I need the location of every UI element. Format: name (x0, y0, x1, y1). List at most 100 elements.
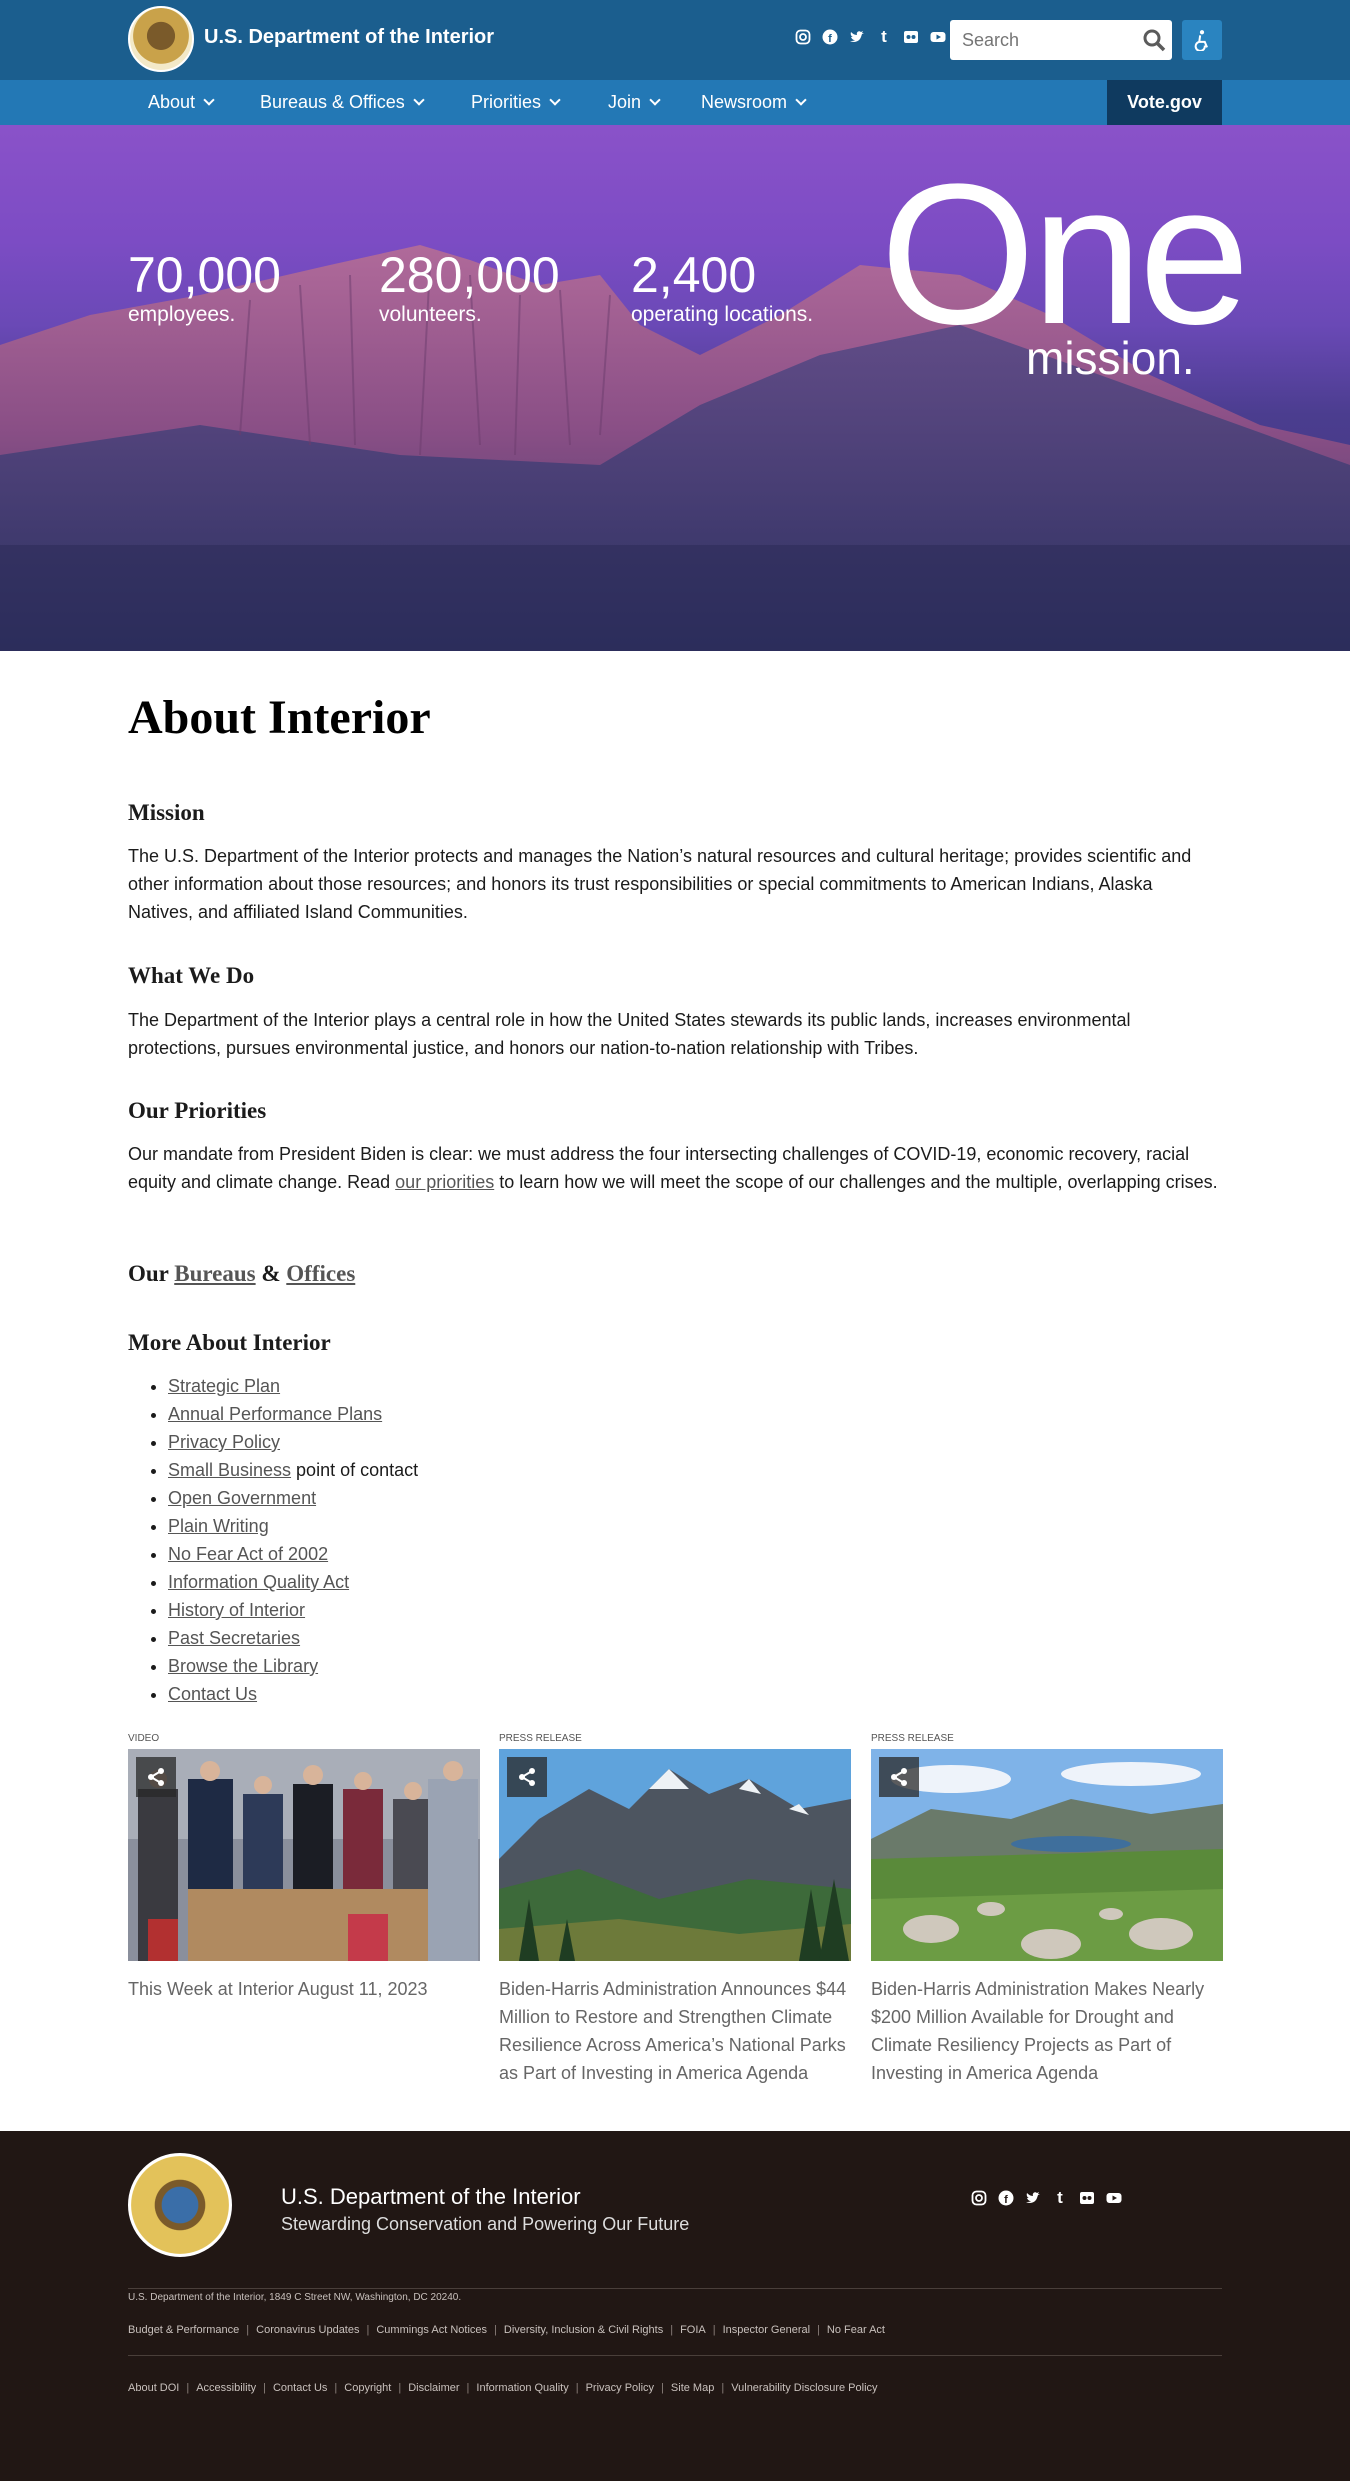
instagram-icon[interactable] (794, 28, 812, 46)
offices-link[interactable]: Offices (286, 1261, 355, 1286)
nav-join[interactable]: Join (608, 80, 661, 125)
privacy-policy-link[interactable]: Privacy Policy (168, 1432, 280, 1452)
priorities-heading: Our Priorities (128, 1098, 267, 1123)
news-card-video[interactable]: Video This Week at Interior August 11, 2… (128, 1733, 480, 2003)
footer-divider (128, 2288, 1222, 2289)
search-input[interactable] (950, 20, 1130, 60)
stat-locations: 2,400 operating locations. (631, 247, 813, 327)
flickr-icon[interactable] (1078, 2189, 1096, 2207)
bureaus-offices-heading: Our Bureaus & Offices (128, 1261, 355, 1287)
flickr-icon[interactable] (902, 28, 920, 46)
stat-employees: 70,000 employees. (128, 247, 281, 327)
nav-priorities-label: Priorities (471, 92, 542, 112)
accessibility-icon (1194, 30, 1208, 51)
list-item: Strategic Plan (168, 1372, 418, 1400)
youtube-icon[interactable] (1105, 2189, 1123, 2207)
strategic-plan-link[interactable]: Strategic Plan (168, 1376, 280, 1396)
list-item: Small Business point of contact (168, 1456, 418, 1484)
facebook-icon[interactable]: f (997, 2189, 1015, 2207)
heading-text: Our (128, 1261, 175, 1286)
stat-number: 70,000 (128, 247, 281, 303)
svg-text:f: f (828, 33, 832, 45)
footer-link[interactable]: Contact Us (273, 2382, 327, 2394)
footer-link[interactable]: Budget & Performance (128, 2324, 239, 2336)
list-item-suffix: point of contact (291, 1460, 419, 1480)
footer-link[interactable]: Copyright (344, 2382, 391, 2394)
tumblr-icon[interactable]: t (1051, 2188, 1069, 2207)
stat-label: employees. (128, 303, 236, 326)
footer-link[interactable]: Site Map (671, 2382, 714, 2394)
card-title[interactable]: Biden-Harris Administration Announces $4… (499, 1975, 851, 2087)
list-item: Privacy Policy (168, 1428, 418, 1456)
footer-link[interactable]: FOIA (680, 2324, 706, 2336)
footer-link[interactable]: No Fear Act (827, 2324, 885, 2336)
list-item: No Fear Act of 2002 (168, 1540, 418, 1568)
past-secretaries-link[interactable]: Past Secretaries (168, 1628, 300, 1648)
list-item: Open Government (168, 1484, 418, 1512)
heading-text: & (255, 1261, 287, 1286)
footer-links-secondary: About DOI | Accessibility | Contact Us | Co… (128, 2382, 878, 2394)
facebook-icon[interactable]: f (821, 28, 839, 46)
vote-gov-button[interactable]: Vote.gov (1107, 80, 1222, 125)
share-icon[interactable] (507, 1757, 547, 1797)
footer-link[interactable]: Coronavirus Updates (256, 2324, 359, 2336)
card-image[interactable] (499, 1749, 851, 1961)
share-icon[interactable] (136, 1757, 176, 1797)
tumblr-icon[interactable]: t (875, 27, 893, 46)
doi-seal-logo[interactable] (128, 2153, 232, 2257)
footer-link[interactable]: Disclaimer (408, 2382, 459, 2394)
stat-volunteers: 280,000 volunteers. (379, 247, 560, 327)
chevron-down-icon (795, 94, 807, 106)
twitter-icon[interactable] (848, 28, 866, 46)
footer-link[interactable]: Accessibility (196, 2382, 256, 2394)
card-title[interactable]: Biden-Harris Administration Makes Nearly… (871, 1975, 1223, 2087)
footer-link[interactable]: Cummings Act Notices (376, 2324, 487, 2336)
nav-newsroom[interactable]: Newsroom (701, 80, 807, 125)
nav-priorities[interactable]: Priorities (471, 80, 561, 125)
annual-performance-plans-link[interactable]: Annual Performance Plans (168, 1404, 382, 1424)
site-header: U.S. Department of the Interior f t (0, 0, 1350, 80)
agency-name[interactable]: U.S. Department of the Interior (204, 26, 494, 49)
footer-link[interactable]: Information Quality (476, 2382, 568, 2394)
card-title[interactable]: This Week at Interior August 11, 2023 (128, 1975, 480, 2003)
news-card-press-release[interactable]: Press Release Biden-Harris Administratio… (871, 1733, 1223, 2087)
search-icon[interactable] (1142, 28, 1166, 52)
footer-link[interactable]: Inspector General (723, 2324, 810, 2336)
footer-link[interactable]: Privacy Policy (586, 2382, 654, 2394)
card-image[interactable] (128, 1749, 480, 1961)
footer-link[interactable]: Diversity, Inclusion & Civil Rights (504, 2324, 663, 2336)
nav-bureaus-offices[interactable]: Bureaus & Offices (260, 80, 425, 125)
card-image[interactable] (871, 1749, 1223, 1961)
accessibility-button[interactable] (1182, 20, 1222, 60)
search-box (950, 20, 1172, 60)
no-fear-act-link[interactable]: No Fear Act of 2002 (168, 1544, 328, 1564)
nav-about-label: About (148, 92, 196, 112)
share-icon[interactable] (879, 1757, 919, 1797)
our-priorities-link[interactable]: our priorities (395, 1172, 494, 1192)
history-of-interior-link[interactable]: History of Interior (168, 1600, 305, 1620)
social-links: f t (794, 27, 947, 46)
footer-link[interactable]: About DOI (128, 2382, 179, 2394)
footer-social-links: f t (970, 2188, 1123, 2207)
footer-address: U.S. Department of the Interior, 1849 C … (128, 2292, 462, 2303)
chevron-down-icon (649, 94, 661, 106)
news-card-press-release[interactable]: Press Release Biden-Harris Administratio… (499, 1733, 851, 2087)
contact-us-link[interactable]: Contact Us (168, 1684, 257, 1704)
open-government-link[interactable]: Open Government (168, 1488, 316, 1508)
bureaus-link[interactable]: Bureaus (174, 1261, 255, 1286)
plain-writing-link[interactable]: Plain Writing (168, 1516, 269, 1536)
information-quality-act-link[interactable]: Information Quality Act (168, 1572, 349, 1592)
footer-link[interactable]: Vulnerability Disclosure Policy (731, 2382, 877, 2394)
list-item: Annual Performance Plans (168, 1400, 418, 1428)
instagram-icon[interactable] (970, 2189, 988, 2207)
browse-library-link[interactable]: Browse the Library (168, 1656, 318, 1676)
doi-seal-logo[interactable] (128, 6, 194, 72)
main-nav: About Bureaus & Offices Priorities Join … (0, 80, 1350, 125)
chevron-down-icon (413, 94, 425, 106)
small-business-link[interactable]: Small Business (168, 1460, 291, 1480)
hero-banner: 70,000 employees. 280,000 volunteers. 2,… (0, 125, 1350, 651)
twitter-icon[interactable] (1024, 2189, 1042, 2207)
youtube-icon[interactable] (929, 28, 947, 46)
list-item: Contact Us (168, 1680, 418, 1708)
nav-about[interactable]: About (148, 80, 215, 125)
